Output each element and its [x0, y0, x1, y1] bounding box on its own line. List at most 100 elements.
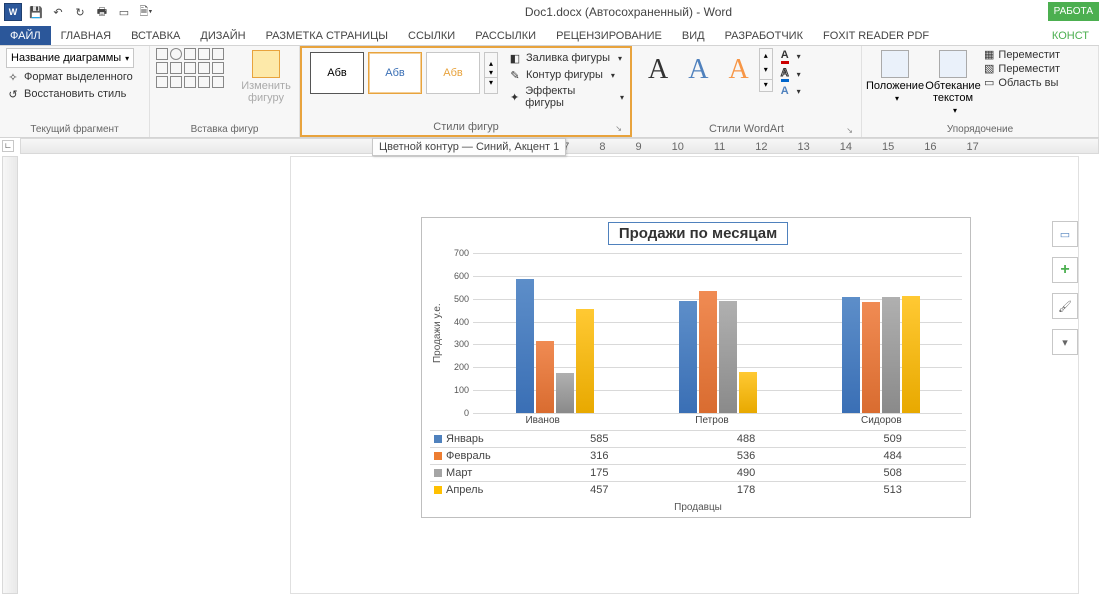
text-effects-icon: A — [781, 85, 789, 97]
funnel-icon: ▾ — [1062, 336, 1068, 349]
bar[interactable] — [882, 297, 900, 413]
bar[interactable] — [576, 309, 594, 413]
shape-effects-icon: ✦ — [508, 90, 521, 104]
tab-design[interactable]: ДИЗАЙН — [190, 26, 255, 45]
wordart-more-icon[interactable]: ▾ — [760, 79, 772, 89]
gallery-down-icon[interactable]: ▾ — [485, 68, 497, 77]
bar[interactable] — [556, 373, 574, 413]
tab-review[interactable]: РЕЦЕНЗИРОВАНИЕ — [546, 26, 672, 45]
change-shape-icon — [252, 50, 280, 78]
wordart-a-3[interactable]: A — [718, 54, 758, 86]
tab-home[interactable]: ГЛАВНАЯ — [51, 26, 121, 45]
tab-layout[interactable]: РАЗМЕТКА СТРАНИЦЫ — [256, 26, 398, 45]
chart-object[interactable]: Продажи по месяцам Продажи у.е. 01002003… — [421, 217, 971, 518]
chart-elements-icon: ▭ — [1060, 228, 1070, 241]
chart-element-dropdown-label: Название диаграммы — [11, 52, 121, 64]
bar[interactable] — [536, 341, 554, 413]
undo-icon[interactable]: ↶ — [50, 4, 66, 20]
bar[interactable] — [699, 291, 717, 414]
gallery-up-icon[interactable]: ▴ — [485, 59, 497, 68]
shape-fill-icon: ◧ — [508, 51, 522, 65]
wrap-text-icon — [939, 50, 967, 78]
wordart-launcher-icon[interactable]: ↘ — [846, 126, 853, 135]
change-shape-button[interactable]: Изменить фигуру — [239, 48, 293, 106]
group-insert-shapes: Вставка фигур — [156, 124, 293, 137]
chart-add-button[interactable]: + — [1052, 257, 1078, 283]
text-fill-button[interactable]: A▾ — [781, 48, 801, 65]
tab-insert[interactable]: ВСТАВКА — [121, 26, 190, 45]
brush-icon: 🖌 — [1058, 300, 1072, 313]
bar[interactable] — [842, 297, 860, 413]
chart-plot-area[interactable]: 0100200300400500600700 — [445, 253, 966, 413]
document-icon[interactable]: ▭ — [116, 4, 132, 20]
shape-outline-button[interactable]: ✎Контур фигуры▾ — [508, 67, 624, 83]
tab-developer[interactable]: РАЗРАБОТЧИК — [715, 26, 813, 45]
tab-mailings[interactable]: РАССЫЛКИ — [465, 26, 546, 45]
chart-data-table: Январь585488509Февраль316536484Март17549… — [430, 430, 966, 498]
attach-icon[interactable]: 🗎▾ — [138, 4, 154, 20]
shapes-gallery[interactable] — [156, 48, 235, 88]
chart-element-dropdown[interactable]: Название диаграммы▾ — [6, 48, 134, 68]
shape-effects-button[interactable]: ✦Эффекты фигуры▾ — [508, 84, 624, 110]
vertical-ruler[interactable] — [2, 156, 18, 594]
group-current-fragment: Текущий фрагмент — [6, 124, 143, 137]
gallery-more-icon[interactable]: ▾ — [485, 77, 497, 87]
wordart-down-icon[interactable]: ▾ — [760, 65, 772, 74]
chart-filter-button[interactable]: ▾ — [1052, 329, 1078, 355]
group-shape-styles: Стили фигур↘ — [308, 121, 624, 135]
shape-fill-button[interactable]: ◧Заливка фигуры▾ — [508, 50, 624, 66]
wordart-up-icon[interactable]: ▴ — [760, 51, 772, 60]
group-arrange: Упорядочение — [868, 124, 1092, 137]
tab-references[interactable]: ССЫЛКИ — [398, 26, 465, 45]
wordart-a-1[interactable]: A — [638, 54, 678, 86]
tab-context-right[interactable]: КОНСТ — [1042, 26, 1099, 45]
style-preview-2[interactable]: Абв — [368, 52, 422, 94]
word-app-icon: W — [4, 3, 22, 21]
bar[interactable] — [719, 301, 737, 413]
position-button[interactable]: Положение ▾ — [868, 48, 922, 105]
bar[interactable] — [516, 279, 534, 413]
plus-icon: + — [1060, 261, 1069, 279]
tab-foxit[interactable]: FOXIT READER PDF — [813, 26, 939, 45]
format-selection-button[interactable]: ✧Формат выделенного — [6, 69, 133, 85]
bar[interactable] — [679, 301, 697, 413]
selection-pane-button[interactable]: ▭Область вы — [984, 76, 1060, 89]
group-wordart-styles: Стили WordArt↘ — [638, 123, 855, 137]
style-preview-3[interactable]: Абв — [426, 52, 480, 94]
shape-outline-icon: ✎ — [508, 68, 522, 82]
chart-styles-button[interactable]: 🖌 — [1052, 293, 1078, 319]
position-icon — [881, 50, 909, 78]
document-page[interactable]: Продажи по месяцам Продажи у.е. 01002003… — [290, 156, 1079, 594]
tab-selector[interactable]: ∟ — [2, 140, 14, 152]
work-tab[interactable]: РАБОТА — [1048, 2, 1099, 21]
text-outline-icon: A — [781, 67, 789, 82]
bar[interactable] — [739, 372, 757, 413]
bar[interactable] — [902, 296, 920, 413]
text-fill-icon: A — [781, 49, 789, 64]
tab-file[interactable]: ФАЙЛ — [0, 26, 51, 45]
bar[interactable] — [862, 302, 880, 413]
send-backward-button[interactable]: ▧Переместит — [984, 62, 1060, 75]
wordart-gallery[interactable]: A A A ▴ ▾ ▾ — [638, 48, 773, 92]
send-backward-icon: ▧ — [984, 62, 994, 75]
table-row: Январь585488509 — [430, 430, 966, 447]
text-outline-button[interactable]: A▾ — [781, 66, 801, 83]
style-preview-1[interactable]: Абв — [310, 52, 364, 94]
tab-view[interactable]: ВИД — [672, 26, 715, 45]
x-axis-label: Продавцы — [430, 498, 966, 517]
wordart-a-2[interactable]: A — [678, 54, 718, 86]
shape-style-gallery[interactable]: Абв Абв Абв ▴ ▾ ▾ — [308, 50, 498, 96]
text-effects-button[interactable]: A▾ — [781, 84, 801, 98]
bring-forward-icon: ▦ — [984, 48, 994, 61]
save-icon[interactable]: 💾 — [28, 4, 44, 20]
selection-pane-icon: ▭ — [984, 76, 994, 89]
format-selection-icon: ✧ — [6, 70, 20, 84]
wrap-text-button[interactable]: Обтекание текстом ▾ — [926, 48, 980, 117]
bring-forward-button[interactable]: ▦Переместит — [984, 48, 1060, 61]
chart-title[interactable]: Продажи по месяцам — [608, 222, 788, 245]
reset-style-button[interactable]: ↺Восстановить стиль — [6, 86, 126, 102]
print-icon[interactable]: 🖶 — [94, 4, 110, 20]
chart-elements-button[interactable]: ▭ — [1052, 221, 1078, 247]
redo-icon[interactable]: ↻ — [72, 4, 88, 20]
shape-styles-launcher-icon[interactable]: ↘ — [615, 124, 622, 133]
